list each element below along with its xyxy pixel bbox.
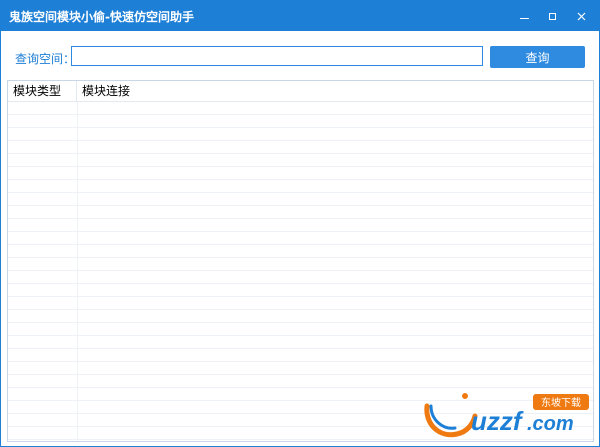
minimize-icon	[519, 17, 529, 19]
minimize-button[interactable]	[510, 1, 538, 31]
table-row[interactable]	[8, 141, 593, 154]
table-row[interactable]	[8, 102, 593, 115]
window-title: 鬼族空间模块小偷-快速仿空间助手	[9, 10, 194, 24]
table-row[interactable]	[8, 349, 593, 362]
uzzf-watermark-logo: uzzf .com 东坡下载	[424, 393, 589, 438]
close-button[interactable]	[567, 1, 595, 31]
column-header-module-type[interactable]: 模块类型	[8, 81, 77, 101]
table-row[interactable]	[8, 206, 593, 219]
table-row[interactable]	[8, 336, 593, 349]
watermark-text: uzzf	[471, 406, 524, 436]
table-row[interactable]	[8, 219, 593, 232]
table-row[interactable]	[8, 128, 593, 141]
table-row[interactable]	[8, 245, 593, 258]
table-row[interactable]	[8, 284, 593, 297]
table-row[interactable]	[8, 362, 593, 375]
watermark-suffix: .com	[527, 413, 574, 435]
table-row[interactable]	[8, 297, 593, 310]
close-icon	[577, 12, 585, 20]
table-row[interactable]	[8, 271, 593, 284]
watermark-tag: 东坡下载	[541, 396, 581, 409]
table-row[interactable]	[8, 310, 593, 323]
search-input[interactable]	[71, 46, 483, 66]
search-label: 查询空间：	[15, 52, 76, 66]
title-bar[interactable]: 鬼族空间模块小偷-快速仿空间助手	[1, 1, 599, 31]
table-row[interactable]	[8, 232, 593, 245]
table-row[interactable]	[8, 323, 593, 336]
table-row[interactable]	[8, 180, 593, 193]
maximize-icon	[548, 12, 556, 20]
table-row[interactable]	[8, 154, 593, 167]
table-row[interactable]	[8, 167, 593, 180]
table-header: 模块类型 模块连接	[8, 81, 593, 102]
table-row[interactable]	[8, 115, 593, 128]
table-row[interactable]	[8, 193, 593, 206]
table-row[interactable]	[8, 258, 593, 271]
search-button[interactable]: 查询	[490, 46, 585, 68]
maximize-button[interactable]	[538, 1, 566, 31]
column-header-module-link[interactable]: 模块连接	[77, 81, 593, 101]
app-window: 鬼族空间模块小偷-快速仿空间助手 查询空间： 查询 模块类型 模块连接 uzzf	[0, 0, 600, 447]
